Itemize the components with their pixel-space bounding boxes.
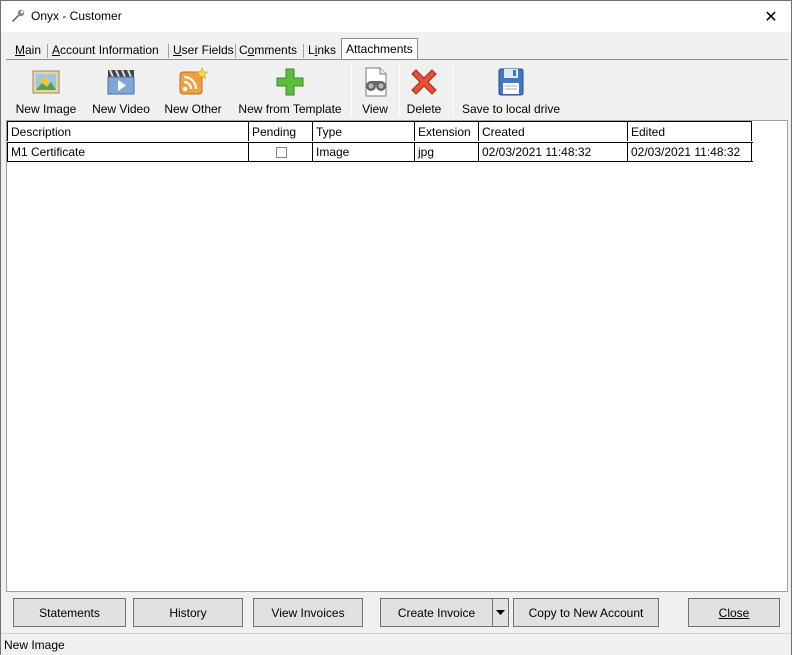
cell-extension: jpg [415, 142, 479, 162]
plus-icon [276, 68, 304, 96]
tab-comments[interactable]: Comments [236, 42, 300, 60]
video-icon [107, 69, 135, 95]
tab-account-information[interactable]: Account Information [49, 42, 162, 60]
rss-new-icon [179, 67, 209, 95]
customer-window: Onyx - Customer ✕ Main Account Informati… [0, 0, 792, 655]
window-title: Onyx - Customer [31, 9, 122, 23]
chevron-down-icon [496, 609, 505, 615]
create-invoice-button[interactable]: Create Invoice [380, 598, 493, 627]
save-to-local-drive-button[interactable]: Save to local drive [461, 61, 561, 119]
grid-header: Description Pending Type Extension Creat… [7, 121, 753, 143]
new-from-template-button[interactable]: New from Template [236, 61, 344, 119]
cell-edited: 02/03/2021 11:48:32 [628, 142, 752, 162]
binoculars-document-icon [365, 67, 387, 97]
attachments-toolbar: New Image New Video New Other New from T… [6, 61, 788, 119]
view-button[interactable]: View [355, 61, 395, 119]
red-x-icon [411, 69, 437, 95]
attachments-grid[interactable]: Description Pending Type Extension Creat… [6, 120, 788, 592]
view-invoices-button[interactable]: View Invoices [253, 598, 363, 627]
new-image-button[interactable]: New Image [14, 61, 78, 119]
image-icon [32, 70, 60, 94]
history-button[interactable]: History [133, 598, 243, 627]
tab-links[interactable]: Links [305, 42, 339, 60]
tab-user-fields[interactable]: User Fields [170, 42, 237, 60]
column-header-extension[interactable]: Extension [415, 121, 479, 141]
column-header-created[interactable]: Created [479, 121, 628, 141]
floppy-disk-icon [498, 68, 524, 96]
title-bar: Onyx - Customer ✕ [1, 1, 791, 32]
status-text: New Image [4, 638, 65, 652]
table-row[interactable]: M1 Certificate Image jpg 02/03/2021 11:4… [7, 142, 753, 162]
wrench-icon [12, 9, 25, 22]
pending-checkbox[interactable] [276, 147, 287, 158]
cell-description: M1 Certificate [7, 142, 249, 162]
copy-to-new-account-button[interactable]: Copy to New Account [513, 598, 659, 627]
column-header-type[interactable]: Type [313, 121, 415, 141]
column-header-edited[interactable]: Edited [628, 121, 752, 141]
cell-pending [249, 142, 313, 162]
delete-button[interactable]: Delete [403, 61, 445, 119]
tab-main[interactable]: Main [12, 42, 44, 60]
window-close-button[interactable]: ✕ [751, 1, 791, 32]
cell-type: Image [313, 142, 415, 162]
create-invoice-dropdown[interactable] [492, 598, 509, 627]
status-bar: New Image [1, 633, 791, 655]
close-button[interactable]: Close [688, 598, 780, 627]
cell-created: 02/03/2021 11:48:32 [479, 142, 628, 162]
column-header-pending[interactable]: Pending [249, 121, 313, 141]
new-video-button[interactable]: New Video [90, 61, 152, 119]
new-other-button[interactable]: New Other [162, 61, 224, 119]
tab-attachments[interactable]: Attachments [341, 38, 418, 60]
statements-button[interactable]: Statements [13, 598, 126, 627]
column-header-description[interactable]: Description [7, 121, 249, 141]
